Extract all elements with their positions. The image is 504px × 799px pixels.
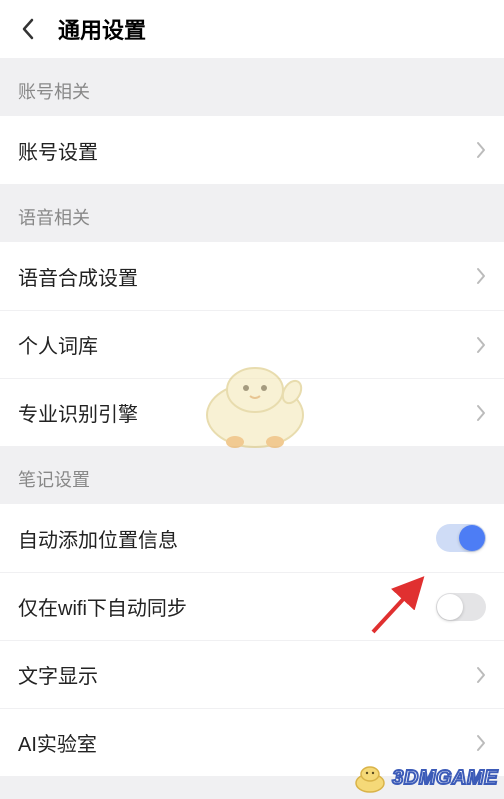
chevron-right-icon	[476, 734, 486, 752]
toggle-auto-location[interactable]	[436, 524, 486, 552]
row-ai-lab[interactable]: AI实验室	[0, 708, 504, 776]
page-title: 通用设置	[58, 13, 146, 45]
chevron-right-icon	[476, 666, 486, 684]
row-account-settings[interactable]: 账号设置	[0, 116, 504, 184]
row-text-display[interactable]: 文字显示	[0, 640, 504, 708]
section-header-notes: 笔记设置	[0, 446, 504, 504]
row-label: 专业识别引擎	[18, 398, 138, 427]
toggle-knob	[459, 525, 485, 551]
section-header-voice: 语音相关	[0, 184, 504, 242]
toggle-knob	[437, 594, 463, 620]
chevron-right-icon	[476, 336, 486, 354]
header-bar: 通用设置	[0, 0, 504, 58]
back-icon[interactable]	[12, 13, 44, 45]
row-label: 自动添加位置信息	[18, 524, 178, 553]
chevron-right-icon	[476, 141, 486, 159]
row-label: 文字显示	[18, 660, 98, 689]
row-personal-dict[interactable]: 个人词库	[0, 310, 504, 378]
toggle-wifi-sync[interactable]	[436, 593, 486, 621]
row-auto-location[interactable]: 自动添加位置信息	[0, 504, 504, 572]
chevron-right-icon	[476, 267, 486, 285]
row-wifi-sync[interactable]: 仅在wifi下自动同步	[0, 572, 504, 640]
chevron-right-icon	[476, 404, 486, 422]
row-label: 个人词库	[18, 330, 98, 359]
row-tts-settings[interactable]: 语音合成设置	[0, 242, 504, 310]
row-label: 语音合成设置	[18, 262, 138, 291]
row-pro-engine[interactable]: 专业识别引擎	[0, 378, 504, 446]
row-label: 仅在wifi下自动同步	[18, 592, 187, 621]
row-label: 账号设置	[18, 136, 98, 165]
section-header-account: 账号相关	[0, 58, 504, 116]
row-label: AI实验室	[18, 728, 97, 757]
